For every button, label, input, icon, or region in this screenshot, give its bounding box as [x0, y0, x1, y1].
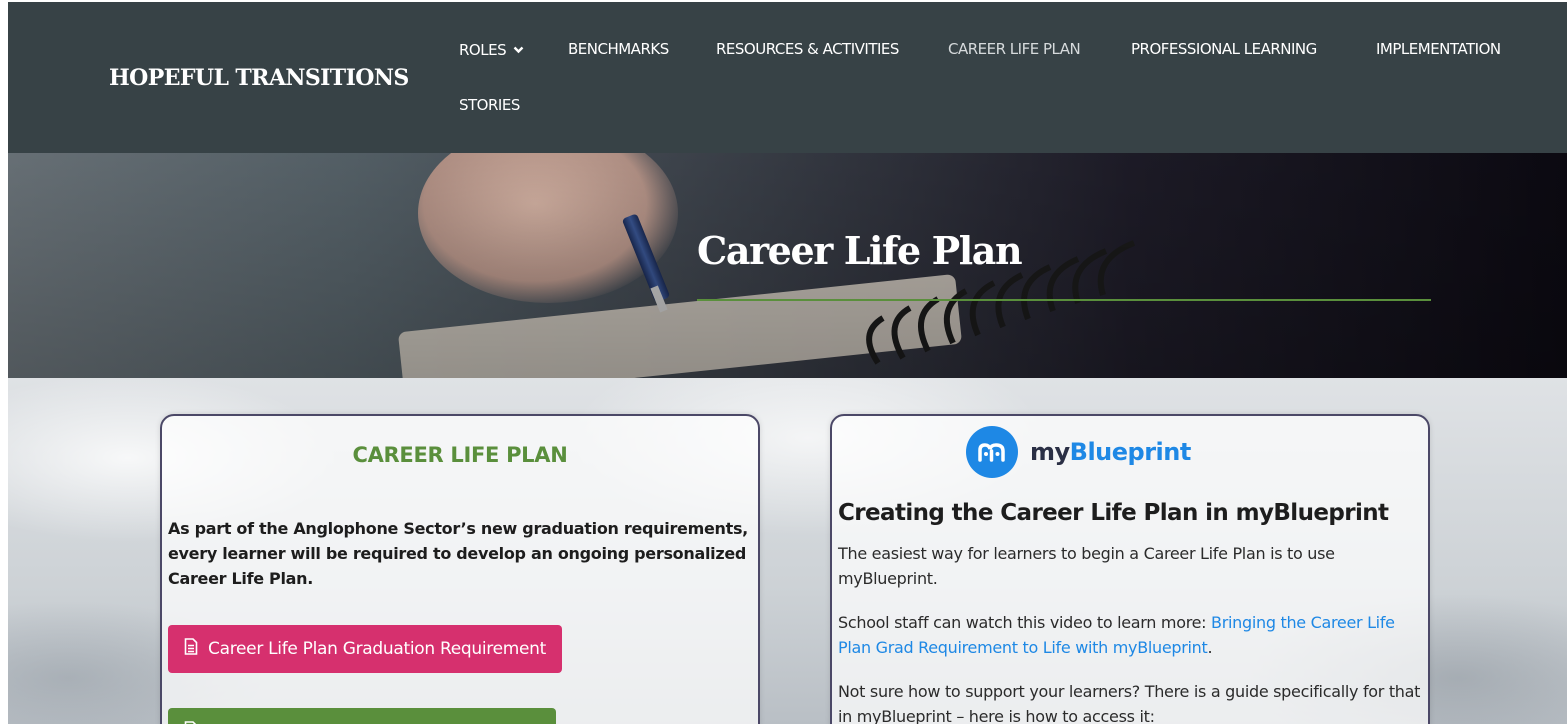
- nav-item-implementation[interactable]: IMPLEMENTATION: [1376, 40, 1501, 58]
- hero-banner: Career Life Plan: [8, 153, 1567, 378]
- myblueprint-logo-icon: [966, 426, 1018, 478]
- site-header: HOPEFUL TRANSITIONS ROLES BENCHMARKS RES…: [8, 2, 1567, 153]
- card-intro-text: As part of the Anglophone Sector’s new g…: [168, 519, 748, 588]
- nav-item-label: ROLES: [459, 41, 507, 59]
- myblueprint-wordmark: myBlueprint: [1030, 438, 1191, 466]
- nav-item-career-life-plan[interactable]: CAREER LIFE PLAN: [948, 40, 1081, 58]
- nav-item-professional-learning[interactable]: PROFESSIONAL LEARNING: [1131, 40, 1317, 58]
- paragraph-video: School staff can watch this video to lea…: [838, 613, 1395, 657]
- card-title: CAREER LIFE PLAN: [352, 443, 568, 467]
- paragraph-guide: Not sure how to support your learners? T…: [838, 682, 1421, 724]
- myblueprint-logo: myBlueprint: [966, 426, 1191, 478]
- nav-item-benchmarks[interactable]: BENCHMARKS: [568, 40, 669, 58]
- button-label: Career Life Plan Graduation Requirement: [208, 639, 546, 659]
- career-life-plan-card: CAREER LIFE PLAN As part of the Anglopho…: [160, 414, 760, 724]
- page-title: Career Life Plan: [697, 228, 1023, 273]
- title-underline: [697, 299, 1431, 301]
- nav-item-stories[interactable]: STORIES: [459, 96, 520, 114]
- document-icon: [184, 638, 198, 660]
- myblueprint-card: myBlueprint Creating the Career Life Pla…: [830, 414, 1430, 724]
- paragraph-intro: The easiest way for learners to begin a …: [838, 544, 1335, 588]
- chevron-down-icon: [513, 40, 524, 58]
- site-brand[interactable]: HOPEFUL TRANSITIONS: [109, 65, 409, 91]
- section-heading: Creating the Career Life Plan in myBluep…: [838, 500, 1389, 526]
- graduation-requirement-button[interactable]: Career Life Plan Graduation Requirement: [168, 625, 562, 673]
- main-content: CAREER LIFE PLAN As part of the Anglopho…: [8, 378, 1567, 724]
- second-resource-button[interactable]: [168, 708, 556, 724]
- nav-item-roles[interactable]: ROLES: [459, 40, 524, 59]
- nav-item-resources-activities[interactable]: RESOURCES & ACTIVITIES: [716, 40, 899, 58]
